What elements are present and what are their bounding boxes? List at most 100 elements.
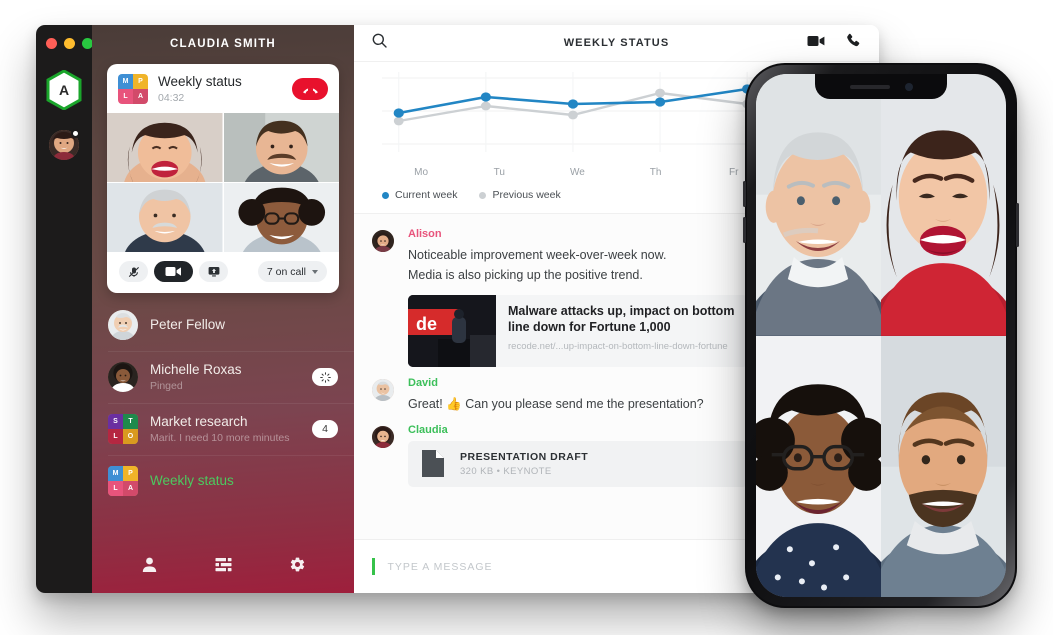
avatar[interactable] bbox=[372, 425, 394, 448]
document-icon bbox=[422, 450, 444, 478]
volume-up-button[interactable] bbox=[743, 181, 746, 207]
group-avatar: S T L O bbox=[108, 414, 138, 444]
chart-x-tick: Tu bbox=[493, 167, 505, 178]
video-camera-icon bbox=[807, 36, 825, 46]
conversation-name: Market research bbox=[150, 413, 248, 429]
legend-item-previous-week[interactable]: Previous week bbox=[479, 189, 561, 201]
sidebar-account-name: CLAUDIA SMITH bbox=[170, 38, 276, 50]
conversation-preview: Marit. I need 10 more minutes bbox=[150, 432, 290, 445]
group-avatar-tile-4: A bbox=[133, 89, 148, 104]
call-tile-3[interactable] bbox=[107, 183, 223, 252]
conversation-text: Market research Marit. I need 10 more mi… bbox=[150, 414, 312, 444]
phone-notch bbox=[815, 74, 947, 99]
conversation-list: Peter Fellow Michelle Roxas Pinged S T L… bbox=[92, 299, 354, 541]
volume-down-button[interactable] bbox=[743, 217, 746, 243]
file-text: PRESENTATION DRAFT 320 KB • KEYNOTE bbox=[460, 451, 588, 477]
participant-top-right-tile[interactable] bbox=[881, 74, 1006, 336]
participant-bottom-left-tile[interactable] bbox=[756, 335, 881, 597]
phone-screen bbox=[756, 74, 1006, 597]
share-screen-button[interactable] bbox=[199, 261, 228, 282]
window-traffic-lights bbox=[46, 38, 93, 49]
close-window-button[interactable] bbox=[46, 38, 57, 49]
screen-share-icon bbox=[208, 267, 219, 277]
link-preview-card[interactable]: de Malware attacks up, impact on bottom … bbox=[408, 294, 748, 367]
current-user-avatar[interactable] bbox=[49, 129, 80, 160]
link-title: Malware attacks up, impact on bottom lin… bbox=[508, 303, 735, 334]
call-tile-2[interactable] bbox=[223, 113, 339, 182]
link-url: recode.net/...up-impact-on-bottom-line-d… bbox=[508, 340, 728, 352]
spinner-icon bbox=[319, 371, 331, 383]
conversation-text: Peter Fellow bbox=[150, 317, 338, 333]
mute-microphone-button[interactable] bbox=[119, 261, 148, 282]
text-caret bbox=[372, 558, 375, 575]
conversation-preview: Pinged bbox=[150, 380, 183, 393]
filters-button[interactable] bbox=[215, 557, 232, 577]
conversation-sidebar: CLAUDIA SMITH M P L A Weekly status 04:3… bbox=[92, 25, 354, 593]
group-avatar-tile-4: A bbox=[123, 481, 138, 496]
avatar bbox=[108, 362, 138, 392]
phone-hangup-icon bbox=[302, 87, 318, 94]
call-tile-1[interactable] bbox=[107, 113, 223, 182]
chart-x-tick: Th bbox=[649, 167, 662, 178]
start-video-call-button[interactable] bbox=[807, 34, 825, 52]
link-thumbnail: de bbox=[408, 294, 496, 367]
participant-top-left-tile[interactable] bbox=[756, 74, 881, 336]
conversation-name: Peter Fellow bbox=[150, 316, 226, 332]
participants-label: 7 on call bbox=[266, 265, 306, 278]
chat-header: WEEKLY STATUS bbox=[354, 25, 879, 62]
front-camera-icon bbox=[904, 82, 913, 91]
conversation-item-peter-fellow[interactable]: Peter Fellow bbox=[92, 299, 354, 351]
conversation-text: Michelle Roxas Pinged bbox=[150, 362, 312, 392]
power-button[interactable] bbox=[1016, 203, 1019, 247]
group-avatar-tile-2: P bbox=[123, 466, 138, 481]
group-avatar-tile-1: M bbox=[108, 466, 123, 481]
legend-label: Previous week bbox=[492, 189, 561, 201]
minimize-window-button[interactable] bbox=[64, 38, 75, 49]
speaker-grille-icon bbox=[849, 84, 890, 89]
group-avatar-tile-3: L bbox=[118, 89, 133, 104]
call-group-avatar: M P L A bbox=[118, 74, 148, 104]
link-text: Malware attacks up, impact on bottom lin… bbox=[496, 295, 748, 367]
svg-text:de: de bbox=[416, 314, 437, 334]
avatar[interactable] bbox=[372, 230, 394, 252]
group-avatar-tile-1: S bbox=[108, 414, 123, 429]
group-avatar: M P L A bbox=[108, 466, 138, 496]
settings-button[interactable] bbox=[289, 556, 306, 578]
group-avatar-tile-1: M bbox=[118, 74, 133, 89]
phone-icon bbox=[847, 33, 860, 47]
call-tile-4[interactable] bbox=[223, 183, 339, 252]
contacts-button[interactable] bbox=[141, 556, 158, 578]
file-name: PRESENTATION DRAFT bbox=[460, 450, 589, 463]
start-voice-call-button[interactable] bbox=[846, 33, 861, 53]
workspace-initial: A bbox=[58, 82, 70, 98]
legend-label: Current week bbox=[395, 189, 458, 201]
call-controls: 7 on call bbox=[107, 252, 339, 293]
conversation-item-weekly-status[interactable]: M P L A Weekly status bbox=[92, 455, 354, 507]
file-attachment-card[interactable]: PRESENTATION DRAFT 320 KB • KEYNOTE bbox=[408, 440, 748, 487]
call-timer: 04:32 bbox=[158, 91, 185, 104]
participants-dropdown[interactable]: 7 on call bbox=[257, 261, 327, 282]
screenshot-root: A CLAUDIA SMITH M P L A Weekly status 04… bbox=[0, 0, 1053, 635]
loading-badge bbox=[312, 368, 338, 386]
microphone-off-icon bbox=[128, 266, 139, 277]
participant-bottom-right-tile[interactable] bbox=[881, 335, 1006, 597]
group-avatar-tile-3: L bbox=[108, 429, 123, 444]
avatar[interactable] bbox=[372, 378, 394, 401]
avatar bbox=[108, 310, 138, 340]
app-rail: A bbox=[36, 25, 93, 593]
conversation-text: Weekly status bbox=[150, 473, 338, 489]
workspace-hexagon-logo[interactable]: A bbox=[46, 70, 82, 110]
conversation-item-market-research[interactable]: S T L O Market research Marit. I need 10… bbox=[92, 403, 354, 455]
sidebar-footer-toolbar bbox=[92, 541, 354, 593]
chat-title: WEEKLY STATUS bbox=[563, 37, 670, 49]
gear-icon bbox=[290, 557, 304, 572]
legend-item-current-week[interactable]: Current week bbox=[382, 189, 457, 201]
toggle-camera-button[interactable] bbox=[154, 261, 193, 282]
chart-x-tick: We bbox=[570, 167, 585, 178]
end-call-button[interactable] bbox=[292, 78, 328, 100]
conversation-item-michelle-roxas[interactable]: Michelle Roxas Pinged bbox=[92, 351, 354, 403]
call-video-grid bbox=[107, 113, 339, 252]
search-button[interactable] bbox=[372, 33, 387, 53]
call-title: Weekly status bbox=[158, 74, 242, 90]
call-card-header: M P L A Weekly status 04:32 bbox=[107, 64, 339, 113]
